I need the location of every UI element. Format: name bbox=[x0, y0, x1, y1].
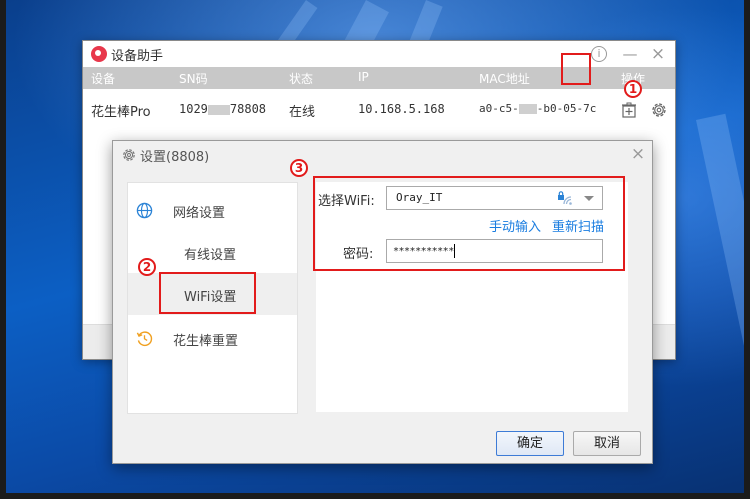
window-title: 设备助手 bbox=[111, 48, 164, 64]
manual-input-link[interactable]: 手动输入 bbox=[489, 216, 541, 235]
device-status: 在线 bbox=[289, 105, 316, 120]
password-input[interactable]: *********** bbox=[386, 239, 603, 263]
device-sn: 1029 78808 bbox=[179, 102, 267, 116]
cancel-button[interactable]: 取消 bbox=[573, 431, 641, 456]
column-header-device: 设备 bbox=[91, 72, 116, 86]
nav-item-network[interactable]: 网络设置 bbox=[128, 189, 297, 231]
step-badge-1: 1 bbox=[624, 80, 642, 98]
close-button[interactable]: × bbox=[649, 45, 667, 63]
wifi-select-label: 选择WiFi: bbox=[318, 194, 375, 209]
settings-close-button[interactable]: × bbox=[629, 145, 647, 163]
delete-icon[interactable] bbox=[621, 102, 637, 118]
device-mac: a0-c5- -b0-05-7c bbox=[479, 102, 597, 115]
rescan-link[interactable]: 重新扫描 bbox=[552, 216, 604, 235]
nav-item-network-label: 网络设置 bbox=[173, 206, 226, 221]
device-name: 花生棒Pro bbox=[91, 105, 151, 120]
wifi-nav-highlight-box bbox=[159, 272, 256, 314]
settings-title-bar: 设置(8808) bbox=[113, 141, 652, 169]
wifi-select-value: Oray_IT bbox=[396, 191, 443, 204]
gear-icon[interactable] bbox=[649, 100, 669, 120]
nav-item-wired-label: 有线设置 bbox=[184, 248, 237, 263]
reset-icon bbox=[136, 331, 153, 347]
chevron-down-icon[interactable] bbox=[584, 196, 594, 201]
info-icon[interactable]: i bbox=[591, 46, 607, 62]
table-row[interactable]: 花生棒Pro 1029 78808 在线 10.168.5.168 a0-c5- -… bbox=[83, 89, 675, 131]
settings-gear-icon bbox=[123, 149, 135, 161]
device-ip: 10.168.5.168 bbox=[358, 102, 445, 116]
gear-highlight-box bbox=[561, 53, 591, 85]
nav-item-reset-label: 花生棒重置 bbox=[173, 334, 239, 349]
settings-title: 设置(8808) bbox=[140, 149, 210, 165]
wifi-select[interactable]: Oray_IT bbox=[386, 186, 603, 210]
nav-item-reset[interactable]: 花生棒重置 bbox=[128, 317, 297, 359]
globe-icon bbox=[136, 202, 153, 219]
app-logo-icon bbox=[91, 46, 107, 62]
column-header-sn: SN码 bbox=[179, 72, 208, 86]
lock-wifi-icon bbox=[558, 191, 572, 205]
column-header-ip: IP bbox=[358, 70, 369, 84]
column-header-mac: MAC地址 bbox=[479, 72, 530, 86]
column-header-status: 状态 bbox=[289, 72, 314, 86]
minimize-button[interactable]: — bbox=[621, 45, 639, 63]
step-badge-3: 3 bbox=[290, 159, 308, 177]
password-label: 密码: bbox=[343, 247, 374, 262]
step-badge-2: 2 bbox=[138, 258, 156, 276]
confirm-button[interactable]: 确定 bbox=[496, 431, 564, 456]
